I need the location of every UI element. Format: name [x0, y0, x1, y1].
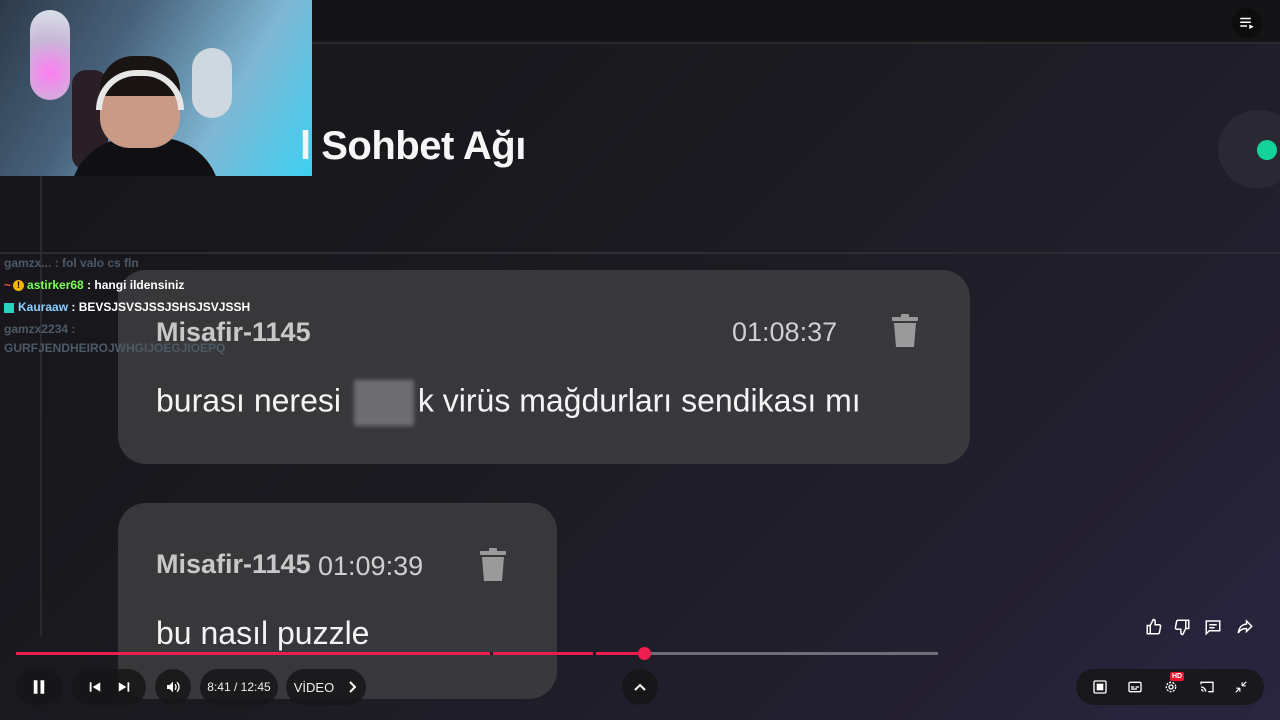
autoplay-button[interactable]: [1092, 679, 1108, 695]
progress-played: [16, 652, 645, 655]
hd-badge: HD: [1170, 672, 1185, 681]
chat-line: gamzx2234 :: [4, 322, 75, 336]
share-icon: [1237, 619, 1253, 634]
skip-controls: [72, 669, 146, 705]
chat-username: Kauraaw: [18, 300, 69, 314]
online-status-dot: [1257, 140, 1277, 160]
chat-line: ~! astirker68 : hangi ildensiniz: [4, 278, 184, 292]
microphone: [30, 10, 70, 100]
previous-button[interactable]: [88, 680, 102, 694]
captions-icon: [1128, 681, 1143, 693]
progress-bar[interactable]: [16, 647, 938, 660]
chat-message: :: [71, 322, 76, 336]
chevron-right-icon: [349, 681, 357, 693]
chat-message: : hangi ildensiniz: [87, 278, 185, 292]
queue-button[interactable]: [1232, 8, 1262, 38]
skip-previous-icon: [89, 682, 100, 692]
comment-icon: [1205, 620, 1221, 636]
moderator-badge-icon: ~: [4, 278, 12, 292]
pause-icon: [33, 680, 45, 694]
time-display: 8:41 / 12:45: [200, 669, 278, 705]
volume-button[interactable]: [155, 669, 191, 705]
minimize-button[interactable]: [1234, 680, 1248, 694]
trash-icon[interactable]: [890, 314, 920, 348]
next-button[interactable]: [117, 680, 131, 694]
chapter-label: VİDEO: [293, 679, 335, 695]
chat-line: gamzx... : fol valo cs fln: [4, 256, 139, 270]
settings-button[interactable]: [1163, 679, 1179, 695]
message-text-start: burası neresi: [156, 382, 350, 419]
chat-message: GURFJENDHEIROJWHGIJOEGJIOEPQ: [4, 341, 226, 355]
censored-word: [353, 380, 414, 426]
header-divider: [0, 252, 1280, 254]
progress-scrubber[interactable]: [638, 647, 652, 660]
subscriber-badge-icon: [4, 302, 14, 313]
chat-username: gamzx...: [4, 256, 52, 270]
cast-icon: [1199, 681, 1214, 693]
skip-next-icon: [118, 682, 129, 692]
cast-button[interactable]: [1199, 679, 1215, 695]
webcam-overlay: [0, 0, 312, 176]
page-title: l Sohbet Ağı: [300, 124, 526, 168]
gear-icon: [1165, 681, 1177, 693]
dislike-button[interactable]: [1172, 617, 1192, 637]
trash-icon[interactable]: [478, 548, 508, 582]
chat-line: GURFJENDHEIROJWHGIJOEGJIOEPQ: [4, 341, 225, 355]
expand-button[interactable]: [622, 669, 658, 705]
share-button[interactable]: [1235, 617, 1255, 637]
chat-message: : fol valo cs fln: [54, 256, 139, 270]
message-text: bu nasıl puzzle: [156, 615, 370, 651]
message-time: 01:08:37: [732, 317, 838, 347]
message-text: burası neresi k virüs mağdurları sendika…: [156, 380, 861, 426]
minimize-icon: [1235, 681, 1247, 693]
warning-badge-icon: !: [13, 280, 25, 292]
pause-button[interactable]: [16, 669, 62, 705]
chat-username: astirker68: [27, 278, 84, 292]
time-readout: 8:41 / 12:45: [207, 680, 271, 694]
message-author: Misafir-1145: [156, 549, 311, 579]
chevron-up-icon: [634, 683, 646, 691]
chapter-button[interactable]: VİDEO: [286, 669, 366, 705]
thumbs-down-icon: [1174, 619, 1190, 636]
message-time: 01:09:39: [318, 551, 424, 581]
chapter-marker: [593, 652, 596, 655]
message-text-end: k virüs mağdurları sendikası mı: [417, 382, 861, 419]
autoplay-icon: [1093, 680, 1107, 694]
chat-username: gamzx2234: [4, 322, 69, 336]
thumbs-up-icon: [1146, 618, 1162, 635]
chapter-marker: [490, 652, 493, 655]
chat-message: : BEVSJSVSJSSJSHSJSVJSSH: [71, 300, 251, 314]
like-button[interactable]: [1144, 617, 1164, 637]
comment-button[interactable]: [1203, 617, 1223, 637]
volume-icon: [167, 681, 180, 693]
sidebar-divider: [40, 176, 42, 636]
captions-button[interactable]: [1127, 679, 1143, 695]
plush-toys: [192, 48, 232, 118]
playlist-icon: [1240, 17, 1254, 29]
chat-line: Kauraaw : BEVSJSVSJSSJSHSJSVJSSH: [4, 300, 250, 314]
